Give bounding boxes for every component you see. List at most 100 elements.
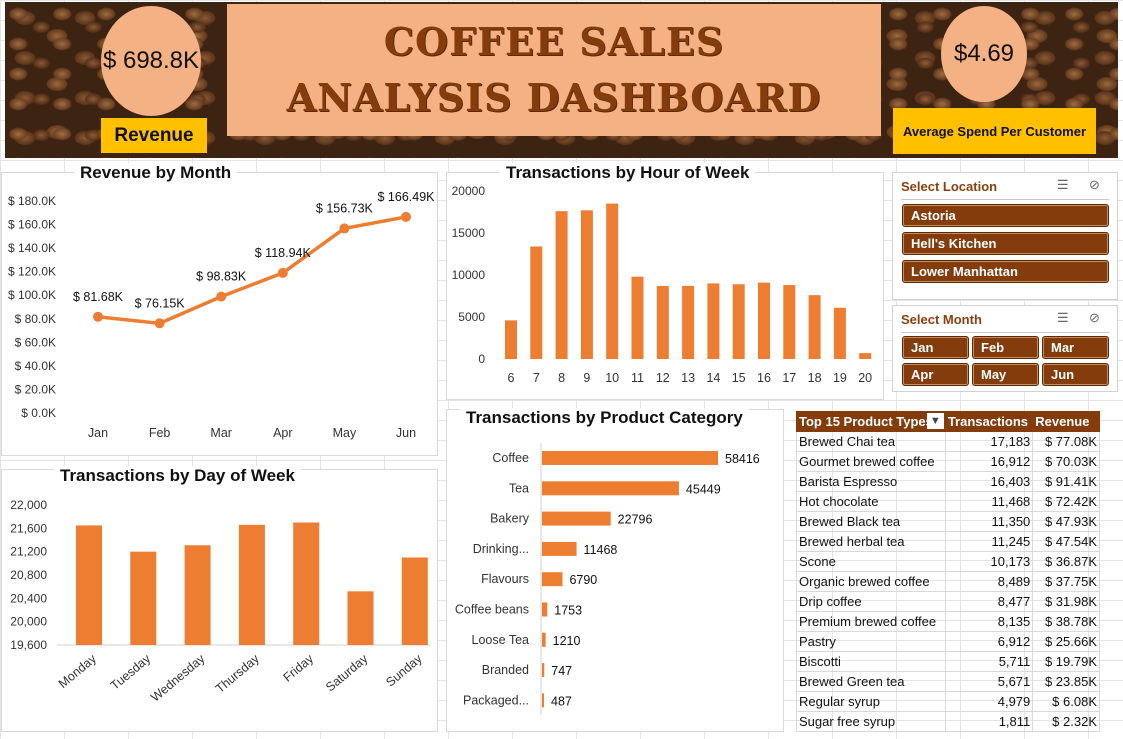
product-type-cell: Scone — [796, 551, 946, 572]
transactions-cell: 5,671 — [944, 671, 1034, 692]
x-tick-label: 7 — [533, 371, 540, 385]
product-type-cell: Hot chocolate — [796, 491, 946, 512]
x-tick-label: 6 — [508, 371, 515, 385]
slicer-item-apr[interactable]: Apr — [902, 363, 969, 386]
y-tick-label: 20,000 — [10, 615, 47, 629]
column-header-revenue: Revenue — [1032, 411, 1100, 432]
y-tick-label: 0 — [478, 352, 485, 366]
category-label: Tea — [509, 481, 529, 495]
revenue-data-label: $ 81.68K — [73, 290, 124, 304]
revenue-cell: $ 36.87K — [1032, 551, 1100, 572]
revenue-point — [277, 267, 288, 278]
x-tick-label: Sunday — [383, 651, 425, 689]
multi-select-icon[interactable]: ☰ — [1057, 177, 1069, 193]
x-tick-label: Mar — [210, 426, 232, 440]
product-type-cell: Drip coffee — [796, 591, 946, 612]
product-type-cell: Brewed Chai tea — [796, 431, 946, 452]
slicer-item-astoria[interactable]: Astoria — [902, 204, 1109, 227]
x-tick-label: 8 — [558, 371, 565, 385]
category-bar — [542, 481, 679, 496]
revenue-point — [154, 318, 165, 329]
table-row: Regular syrup 4,979 $ 6.08K — [796, 691, 1100, 712]
multi-select-icon[interactable]: ☰ — [1057, 310, 1069, 326]
table-row: Premium brewed coffee 8,135 $ 38.78K — [796, 611, 1100, 632]
x-tick-label: 14 — [706, 371, 720, 385]
slicer-item-lower-manhattan[interactable]: Lower Manhattan — [902, 260, 1109, 283]
category-label: Coffee beans — [455, 603, 529, 617]
transactions-by-category-title: Transactions by Product Category — [460, 408, 749, 428]
revenue-kpi: $ 698.8K — [101, 6, 201, 116]
avg-spend-label-box: Average Spend Per Customer — [893, 108, 1096, 154]
category-label: Packaged... — [463, 693, 529, 707]
revenue-cell: $ 38.78K — [1032, 611, 1100, 632]
revenue-cell: $ 19.79K — [1032, 651, 1100, 672]
slicer-item-mar[interactable]: Mar — [1042, 336, 1109, 359]
transactions-cell: 16,403 — [944, 471, 1034, 492]
table-row: Barista Espresso 16,403 $ 91.41K — [796, 471, 1100, 492]
table-row: Brewed Green tea 5,671 $ 23.85K — [796, 671, 1100, 692]
y-tick-label: 5000 — [458, 310, 485, 324]
x-tick-label: 17 — [782, 371, 796, 385]
category-bar — [542, 663, 545, 678]
y-tick-label: $ 140.0K — [8, 241, 56, 255]
day-bar — [184, 545, 211, 645]
y-tick-label: $ 60.0K — [15, 335, 56, 349]
transactions-cell: 11,350 — [944, 511, 1034, 532]
revenue-cell: $ 47.54K — [1032, 531, 1100, 552]
revenue-point — [401, 211, 411, 222]
table-row: Brewed Black tea 11,350 $ 47.93K — [796, 511, 1100, 532]
hour-bar — [505, 320, 517, 359]
avg-spend-value: $4.69 — [953, 40, 1015, 67]
revenue-cell: $ 25.66K — [1032, 631, 1100, 652]
product-type-cell: Barista Espresso — [796, 471, 946, 492]
filter-dropdown-icon[interactable]: ▼ — [926, 413, 944, 429]
revenue-cell: $ 77.08K — [1032, 431, 1100, 452]
revenue-cell: $ 31.98K — [1032, 591, 1100, 612]
category-data-label: 11468 — [584, 543, 618, 557]
x-tick-label: Apr — [273, 426, 292, 440]
y-tick-label: 20,400 — [10, 591, 47, 605]
x-tick-label: 11 — [631, 371, 644, 385]
clear-filter-icon[interactable]: ⊘ — [1089, 177, 1100, 193]
hour-bar — [682, 285, 695, 359]
avg-spend-kpi: $4.69 — [941, 6, 1027, 102]
slicer-item-jun[interactable]: Jun — [1042, 363, 1109, 386]
slicer-item-may[interactable]: May — [972, 363, 1039, 386]
clear-filter-icon[interactable]: ⊘ — [1089, 310, 1100, 326]
revenue-data-label: $ 156.73K — [316, 201, 374, 215]
y-tick-label: $ 100.0K — [8, 288, 56, 302]
day-bar — [347, 591, 374, 645]
location-slicer-title: Select Location — [901, 179, 998, 194]
category-bar — [542, 511, 611, 526]
revenue-cell: $ 23.85K — [1032, 671, 1100, 692]
revenue-cell: $ 47.93K — [1032, 511, 1100, 532]
product-type-cell: Brewed herbal tea — [796, 531, 946, 552]
revenue-data-label: $ 166.49K — [378, 190, 436, 204]
month-slicer-title: Select Month — [901, 312, 982, 327]
column-header-label: Top 15 Product Types — [799, 414, 933, 429]
hour-bar — [833, 307, 846, 359]
transactions-cell: 8,135 — [944, 611, 1034, 632]
product-type-cell: Brewed Black tea — [796, 511, 946, 532]
column-header-transactions: Transactions — [944, 411, 1034, 432]
x-tick-label: Saturday — [323, 651, 371, 694]
y-tick-label: 21,600 — [10, 521, 47, 535]
table-row: Brewed herbal tea 11,245 $ 47.54K — [796, 531, 1100, 552]
hour-bar — [859, 353, 872, 359]
slicer-item-feb[interactable]: Feb — [972, 336, 1039, 359]
table-row: Scone 10,173 $ 36.87K — [796, 551, 1100, 572]
day-bar — [293, 522, 320, 645]
slicer-item-jan[interactable]: Jan — [902, 336, 969, 359]
transactions-by-day-chart: 19,600 20,000 20,400 20,800 21,200 21,600 22,0… — [10, 498, 430, 705]
category-bar — [542, 693, 544, 708]
category-data-label: 45449 — [686, 482, 721, 496]
hour-bar — [530, 246, 543, 359]
product-type-cell: Biscotti — [796, 651, 946, 672]
transactions-by-hour-panel: 0 5000 10000 15000 20000 6 7 8 9 10 11 12 13 14 15 16 17… — [446, 172, 884, 400]
transactions-by-day-title: Transactions by Day of Week — [54, 466, 301, 486]
transactions-cell: 16,912 — [944, 451, 1034, 472]
slicer-item-hells-kitchen[interactable]: Hell's Kitchen — [902, 232, 1109, 255]
y-tick-label: $ 180.0K — [8, 194, 56, 208]
hour-bar — [555, 211, 568, 359]
category-data-label: 1210 — [553, 634, 581, 648]
